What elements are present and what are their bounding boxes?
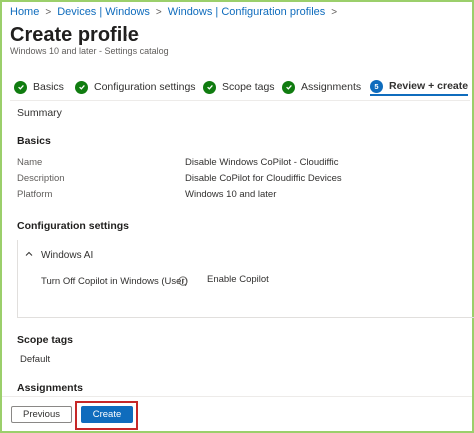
previous-button[interactable]: Previous (11, 406, 72, 423)
tab-scope-tags[interactable]: Scope tags (203, 78, 275, 96)
scope-tags-heading: Scope tags (17, 334, 74, 346)
chevron-up-icon[interactable] (24, 249, 34, 259)
window-frame (0, 0, 474, 433)
checkmark-icon (75, 80, 88, 94)
tab-review-create[interactable]: 5 Review + create (370, 78, 469, 96)
assignments-heading: Assignments (17, 382, 83, 394)
breadcrumb-configuration-profiles[interactable]: Windows | Configuration profiles (168, 6, 326, 18)
basics-heading: Basics (17, 135, 51, 147)
tab-configuration-settings[interactable]: Configuration settings (75, 78, 196, 96)
basics-platform-key: Platform (17, 189, 53, 200)
basics-platform-value: Windows 10 and later (185, 189, 277, 200)
setting-value: Enable Copilot (207, 274, 269, 285)
basics-name-key: Name (17, 157, 43, 168)
basics-name-value: Disable Windows CoPilot - Cloudiffic (185, 157, 339, 168)
breadcrumb: Home > Devices | Windows > Windows | Con… (10, 6, 343, 18)
checkmark-icon (14, 80, 27, 94)
tab-basics[interactable]: Basics (14, 78, 64, 96)
chevron-right-icon: > (155, 6, 162, 18)
tab-assignments[interactable]: Assignments (282, 78, 361, 96)
summary-label: Summary (17, 107, 62, 119)
step-label: Configuration settings (94, 81, 196, 93)
group-title: Windows AI (41, 250, 94, 261)
basics-description-value: Disable CoPilot for Cloudiffic Devices (185, 173, 342, 184)
step-label: Scope tags (222, 81, 275, 93)
checkmark-icon (282, 80, 295, 94)
scope-tag-value: Default (20, 354, 51, 365)
divider (10, 100, 470, 101)
step-number-badge: 5 (370, 79, 383, 93)
chevron-right-icon: > (331, 6, 338, 18)
step-label: Assignments (301, 81, 362, 93)
page-title: Create profile (10, 24, 139, 46)
configuration-settings-heading: Configuration settings (17, 220, 129, 232)
footer-divider (2, 396, 472, 397)
more-options-icon[interactable]: ··· (124, 26, 141, 42)
create-highlight-box (75, 401, 138, 430)
step-label: Basics (33, 81, 64, 93)
basics-description-key: Description (17, 173, 65, 184)
info-icon[interactable] (178, 276, 188, 286)
checkmark-icon (203, 80, 216, 94)
page-subtitle: Windows 10 and later - Settings catalog (10, 46, 169, 56)
setting-name: Turn Off Copilot in Windows (User) (41, 276, 188, 287)
step-label: Review + create (389, 80, 469, 92)
breadcrumb-devices-windows[interactable]: Devices | Windows (57, 6, 150, 18)
chevron-right-icon: > (45, 6, 52, 18)
breadcrumb-home[interactable]: Home (10, 6, 39, 18)
